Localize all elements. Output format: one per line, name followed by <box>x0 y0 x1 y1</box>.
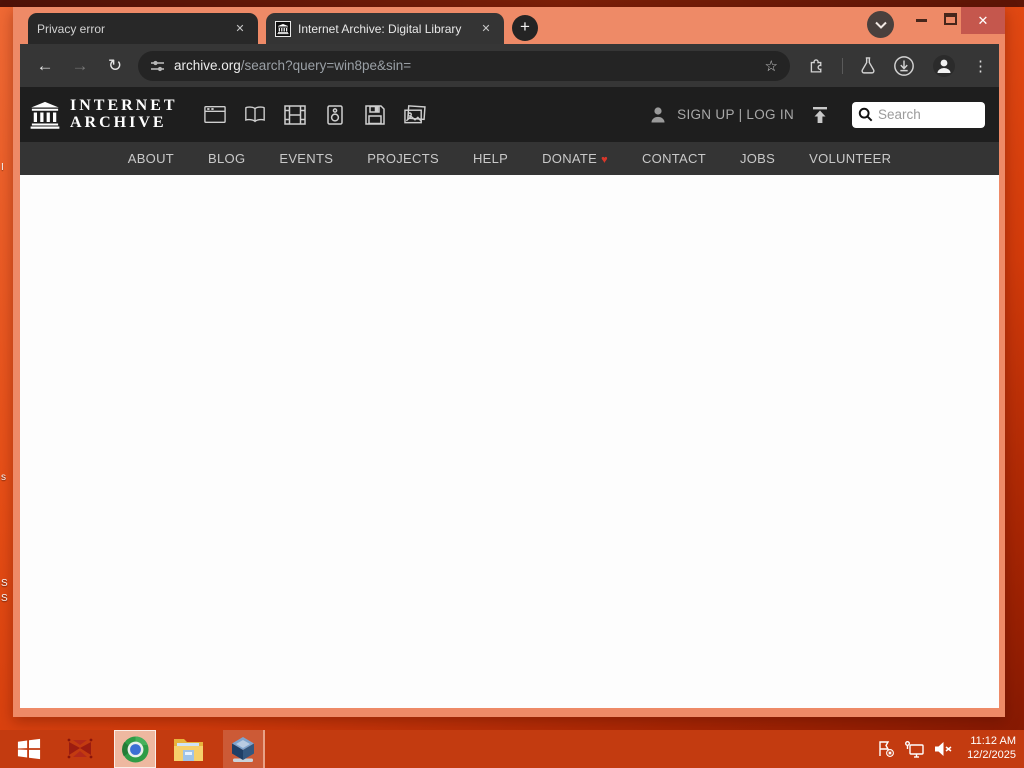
browser-toolbar: ← → ↻ archive.org/search?query=win8pe&si… <box>20 44 999 87</box>
downloads-icon[interactable] <box>893 55 915 77</box>
desktop-icon-label-fragment: S <box>1 578 8 589</box>
nav-blog[interactable]: BLOG <box>208 151 245 166</box>
audio-icon[interactable] <box>324 104 346 125</box>
taskbar-chrome-browser-icon[interactable] <box>114 730 156 768</box>
minimize-button[interactable] <box>916 19 927 22</box>
reload-button[interactable]: ↻ <box>102 56 128 76</box>
nav-about[interactable]: ABOUT <box>128 151 174 166</box>
software-icon[interactable] <box>364 104 386 125</box>
close-window-button[interactable]: ✕ <box>961 7 1005 34</box>
archive-nav-bar: ABOUT BLOG EVENTS PROJECTS HELP DONATE ♥ … <box>20 142 999 175</box>
taskbar-clock[interactable]: 11:12 AM 12/2/2025 <box>967 735 1016 763</box>
texts-icon[interactable] <box>244 105 266 125</box>
tab-strip: Privacy error ✕ Internet Archive: Digita… <box>20 7 1005 44</box>
network-icon[interactable] <box>905 740 924 758</box>
nav-contact[interactable]: CONTACT <box>642 151 706 166</box>
tab-privacy-error[interactable]: Privacy error ✕ <box>28 13 258 44</box>
desktop-icon-label-fragment: s <box>1 472 6 483</box>
toolbar-separator <box>842 57 843 74</box>
new-tab-button[interactable]: + <box>512 15 538 41</box>
site-settings-icon[interactable] <box>150 59 165 73</box>
nav-events[interactable]: EVENTS <box>279 151 333 166</box>
desktop-icon-label-fragment: S <box>1 593 8 604</box>
internet-archive-header: INTERNET ARCHIVE SIGN UP | LOG IN Search <box>20 87 999 142</box>
tab-close-icon[interactable]: ✕ <box>231 20 249 38</box>
tab-title: Internet Archive: Digital Library <box>298 21 462 36</box>
web-icon[interactable] <box>203 105 226 125</box>
nav-projects[interactable]: PROJECTS <box>367 151 439 166</box>
volume-muted-icon[interactable] <box>934 741 953 757</box>
tab-internet-archive[interactable]: Internet Archive: Digital Library ✕ <box>266 13 504 44</box>
taskbar-red-app-icon[interactable] <box>59 730 101 768</box>
nav-help[interactable]: HELP <box>473 151 508 166</box>
donate-heart-icon: ♥ <box>601 154 608 166</box>
system-tray: 11:12 AM 12/2/2025 <box>877 735 1016 763</box>
windows-logo-icon <box>17 738 41 760</box>
forward-button[interactable]: → <box>67 56 93 76</box>
internet-archive-wordmark[interactable]: INTERNET ARCHIVE <box>70 97 178 131</box>
nav-jobs[interactable]: JOBS <box>740 151 775 166</box>
clock-date: 12/2/2025 <box>967 749 1016 761</box>
start-button[interactable] <box>10 730 48 768</box>
back-button[interactable]: ← <box>32 56 58 76</box>
internet-archive-logo-icon[interactable] <box>29 100 61 130</box>
tab-close-icon[interactable]: ✕ <box>477 20 495 38</box>
media-type-icons <box>203 104 426 125</box>
bookmark-star-icon[interactable]: ☆ <box>765 57 778 75</box>
extensions-puzzle-icon[interactable] <box>808 57 825 74</box>
nav-donate[interactable]: DONATE ♥ <box>542 151 608 166</box>
labs-flask-icon[interactable] <box>860 57 876 74</box>
url-path: /search?query=win8pe&sin= <box>240 58 412 73</box>
archive-search-box[interactable] <box>852 101 985 128</box>
search-icon <box>858 107 873 122</box>
taskbar-virtualbox-icon[interactable] <box>223 730 265 768</box>
profile-avatar-icon[interactable] <box>932 54 956 78</box>
nav-volunteer[interactable]: VOLUNTEER <box>809 151 891 166</box>
action-center-flag-icon[interactable] <box>877 740 895 758</box>
signup-login-link[interactable]: SIGN UP | LOG IN <box>677 107 794 122</box>
page-content-blank <box>20 175 999 708</box>
clock-time: 11:12 AM <box>970 735 1016 748</box>
images-icon[interactable] <box>403 104 426 125</box>
windows-taskbar: 11:12 AM 12/2/2025 <box>0 730 1024 768</box>
taskbar-file-explorer-icon[interactable] <box>167 730 209 768</box>
video-icon[interactable] <box>283 104 306 125</box>
desktop-top-edge <box>0 0 1024 7</box>
browser-window: Privacy error ✕ Internet Archive: Digita… <box>13 7 1005 717</box>
browser-menu-dots-icon[interactable]: ⋮ <box>973 57 988 75</box>
upload-icon[interactable] <box>811 106 829 124</box>
maximize-button[interactable] <box>944 13 957 25</box>
address-bar[interactable]: archive.org/search?query=win8pe&sin= ☆ <box>138 50 790 81</box>
desktop-icon-label-fragment: I <box>1 162 4 173</box>
search-input[interactable] <box>878 107 978 122</box>
tab-title: Privacy error <box>37 21 106 36</box>
url-domain: archive.org <box>174 58 241 73</box>
internet-archive-favicon-icon <box>275 20 291 37</box>
person-icon <box>648 105 668 125</box>
tab-search-chevron-icon[interactable] <box>867 11 894 38</box>
